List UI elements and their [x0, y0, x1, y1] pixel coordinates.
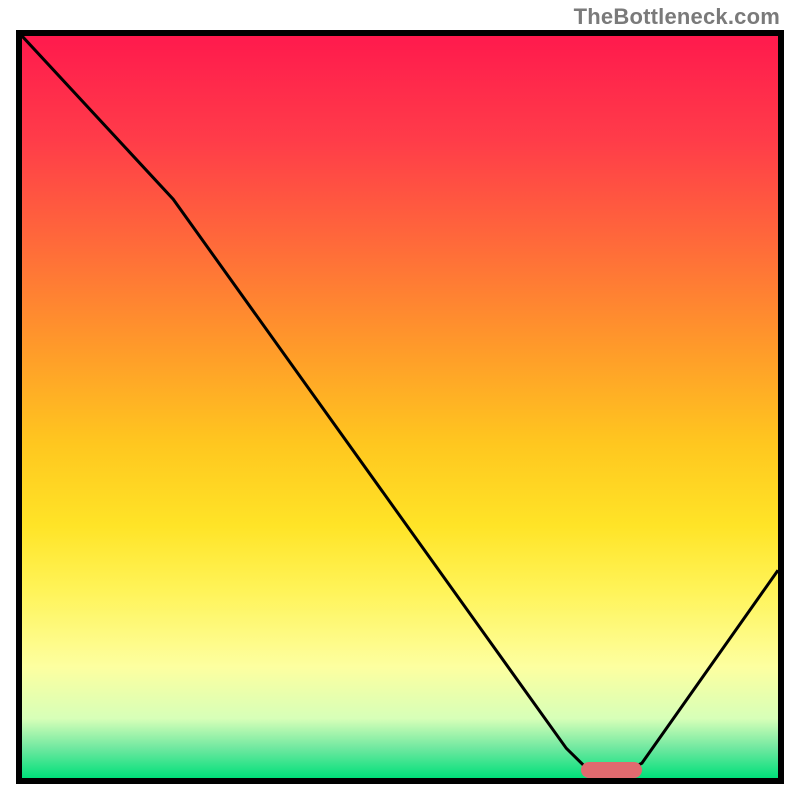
- optimal-range-marker: [581, 762, 641, 778]
- bottleneck-curve: [22, 36, 778, 778]
- chart-container: TheBottleneck.com: [0, 0, 800, 800]
- plot-area: [16, 30, 784, 784]
- attribution-text: TheBottleneck.com: [574, 4, 780, 30]
